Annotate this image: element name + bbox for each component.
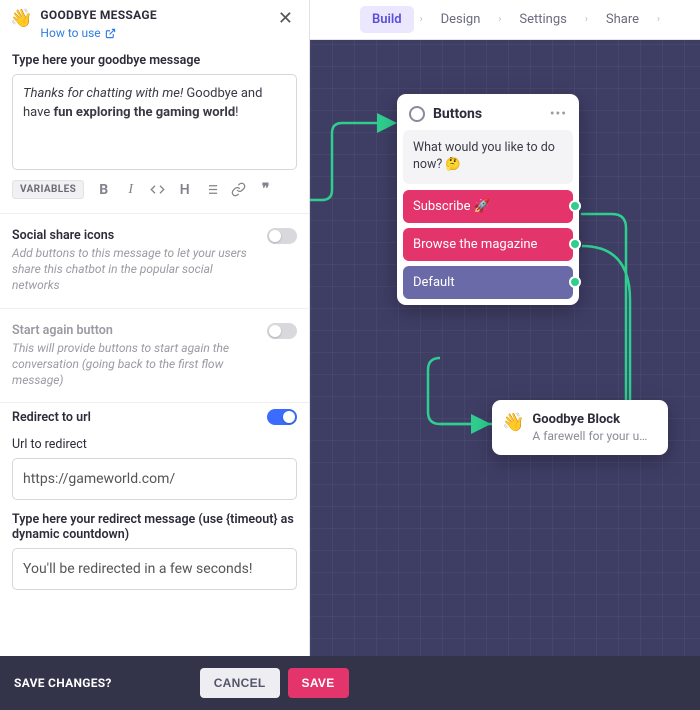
chevron-right-icon: › — [585, 14, 588, 25]
save-button[interactable]: SAVE — [288, 668, 349, 698]
code-icon[interactable] — [150, 182, 165, 197]
heading-icon[interactable]: H — [177, 182, 192, 197]
italic-icon[interactable]: I — [123, 182, 138, 197]
goodbye-node[interactable]: 👋 Goodbye Block A farewell for your u… — [492, 400, 668, 455]
buttons-node[interactable]: Buttons ••• What would you like to do no… — [397, 94, 579, 305]
save-changes-label: SAVE CHANGES? — [14, 676, 112, 690]
social-share-desc: Add buttons to this message to let your … — [12, 245, 255, 294]
social-share-toggle[interactable] — [267, 228, 297, 244]
panel-title: GOODBYE MESSAGE — [40, 8, 156, 22]
tab-settings[interactable]: Settings — [507, 6, 578, 33]
node-menu-icon[interactable]: ••• — [550, 106, 567, 122]
link-icon[interactable] — [231, 182, 246, 197]
chevron-right-icon: › — [498, 14, 501, 25]
output-port[interactable] — [569, 200, 581, 212]
chevron-right-icon: › — [420, 14, 423, 25]
goodbye-node-subtitle: A farewell for your u… — [532, 429, 647, 443]
tab-design[interactable]: Design — [429, 6, 493, 33]
panel-header: 👋 GOODBYE MESSAGE How to use ✕ — [0, 0, 309, 45]
redirect-title: Redirect to url — [12, 410, 91, 425]
social-share-row: Social share icons Add buttons to this m… — [0, 213, 309, 308]
redirect-msg-label: Type here your redirect message (use {ti… — [12, 512, 297, 542]
variables-button[interactable]: VARIABLES — [12, 180, 84, 199]
start-again-desc: This will provide buttons to start again… — [12, 340, 255, 389]
tab-share[interactable]: Share — [594, 6, 651, 33]
editor-toolbar: VARIABLES B I H ❞ — [12, 180, 297, 199]
save-footer: SAVE CHANGES? CANCEL SAVE — [0, 656, 700, 710]
quote-icon[interactable]: ❞ — [258, 182, 273, 197]
redirect-url-input[interactable] — [12, 458, 297, 500]
how-to-use-label: How to use — [40, 26, 100, 40]
wave-icon: 👋 — [502, 412, 524, 433]
buttons-node-prompt[interactable]: What would you like to do now? 🤔 — [403, 130, 573, 184]
start-again-title: Start again button — [12, 323, 255, 338]
start-again-row: Start again button This will provide but… — [0, 308, 309, 403]
buttons-node-title: Buttons — [433, 106, 542, 122]
goodbye-node-title: Goodbye Block — [532, 412, 647, 427]
redirect-msg-input[interactable] — [12, 548, 297, 590]
top-nav: Build › Design › Settings › Share › — [310, 0, 700, 40]
bold-icon[interactable]: B — [96, 182, 111, 197]
close-button[interactable]: ✕ — [274, 8, 297, 29]
tab-build[interactable]: Build — [360, 6, 414, 33]
social-share-title: Social share icons — [12, 228, 255, 243]
side-panel: 👋 GOODBYE MESSAGE How to use ✕ Type here… — [0, 0, 310, 656]
redirect-url-label: Url to redirect — [12, 437, 297, 452]
button-option-default[interactable]: Default — [403, 266, 573, 299]
chevron-right-icon: › — [657, 14, 660, 25]
button-option-browse[interactable]: Browse the magazine — [403, 228, 573, 261]
start-again-toggle[interactable] — [267, 323, 297, 339]
list-icon[interactable] — [204, 182, 219, 197]
goodbye-message-editor[interactable]: Thanks for chatting with me! Goodbye and… — [12, 74, 297, 170]
button-option-subscribe[interactable]: Subscribe 🚀 — [403, 190, 573, 223]
redirect-toggle[interactable] — [267, 409, 297, 425]
buttons-node-icon — [409, 106, 425, 122]
flow-canvas[interactable]: Build › Design › Settings › Share › Butt… — [310, 0, 700, 656]
cancel-button[interactable]: CANCEL — [200, 668, 280, 698]
how-to-use-link[interactable]: How to use — [40, 26, 115, 40]
goodbye-message-label: Type here your goodbye message — [12, 53, 297, 68]
wave-icon: 👋 — [10, 8, 32, 30]
output-port[interactable] — [569, 238, 581, 250]
external-link-icon — [105, 28, 116, 39]
output-port[interactable] — [569, 276, 581, 288]
